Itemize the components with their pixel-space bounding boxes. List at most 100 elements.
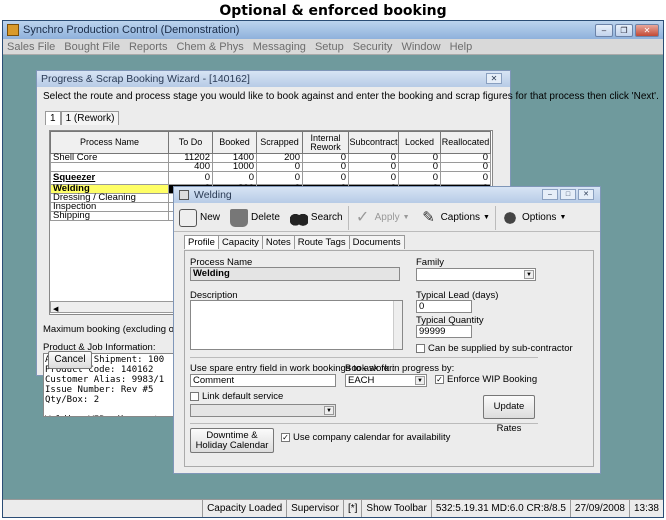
maximize-icon[interactable]: □ (560, 189, 576, 200)
wizard-title: Progress & Scrap Booking Wizard - [14016… (41, 73, 250, 85)
menu-sales-file[interactable]: Sales File (7, 41, 55, 53)
cell[interactable]: 0 (348, 162, 399, 172)
toolbar: New Delete Search ✓ Apply ▼ ✎ Captions ▼… (174, 204, 600, 232)
captions-button[interactable]: ✎ Captions ▼ (415, 205, 496, 230)
chevron-down-icon: ▼ (324, 406, 334, 415)
enforce-wip-label: Enforce WIP Booking (447, 374, 538, 385)
table-row[interactable]: 400 1000 0 0 0 0 0 (50, 162, 491, 172)
page-heading: Optional & enforced booking (219, 3, 447, 19)
family-label: Family (416, 257, 444, 268)
options-label: Options (521, 212, 557, 223)
process-name-field[interactable]: Welding (190, 267, 400, 281)
minimize-icon[interactable]: – (542, 189, 558, 200)
tab-notes[interactable]: Notes (261, 235, 295, 249)
search-button[interactable]: Search (285, 205, 349, 230)
typical-qty-field[interactable]: 99999 (416, 325, 472, 338)
menu-setup[interactable]: Setup (315, 41, 344, 53)
cell[interactable]: 0 (256, 162, 303, 172)
tab-profile[interactable]: Profile (184, 235, 219, 249)
welding-dialog: Welding – □ ✕ New Delete Search ✓ Apply … (173, 186, 601, 474)
restore-icon[interactable]: ❐ (615, 23, 633, 37)
checkmark-icon: ✓ (355, 208, 370, 226)
cell[interactable]: 1000 (212, 162, 257, 172)
window-icon (179, 190, 189, 200)
col-subcontract: Subcontract (348, 131, 399, 154)
chevron-down-icon: ▼ (524, 270, 534, 279)
menu-bar: Sales File Bought File Reports Chem & Ph… (3, 39, 663, 55)
col-to-do: To Do (168, 131, 213, 154)
col-locked: Locked (398, 131, 441, 154)
tab-route-tags[interactable]: Route Tags (293, 235, 350, 249)
delete-button[interactable]: Delete (225, 206, 285, 230)
app-title-bar: Synchro Production Control (Demonstratio… (3, 21, 663, 39)
cell[interactable]: 0 (302, 162, 349, 172)
table-row[interactable]: Shell Core 11202 1400 200 0 0 0 0 (50, 153, 491, 163)
menu-bought-file[interactable]: Bought File (64, 41, 120, 53)
divider (190, 423, 538, 424)
status-date: 27/09/2008 (569, 500, 629, 517)
description-field[interactable] (190, 300, 403, 350)
trash-icon (230, 208, 249, 227)
delete-label: Delete (251, 212, 280, 223)
new-button[interactable]: New (174, 206, 225, 230)
status-user: Supervisor (286, 500, 343, 517)
table-row[interactable]: Squeezer 0000000 (50, 171, 491, 185)
cell-name (50, 162, 169, 172)
link-service-checkbox[interactable] (190, 392, 199, 401)
menu-messaging[interactable]: Messaging (253, 41, 306, 53)
menu-security[interactable]: Security (353, 41, 393, 53)
cell[interactable]: 400 (168, 162, 213, 172)
book-wip-label: Book work in progress by: (345, 363, 455, 374)
minimize-icon[interactable]: – (595, 23, 613, 37)
binoculars-icon (289, 208, 308, 227)
wizard-instruction: Select the route and process stage you w… (43, 91, 659, 102)
family-select[interactable]: ▼ (416, 268, 536, 281)
captions-label: Captions (440, 212, 481, 223)
update-rates-button[interactable]: Update Rates (483, 395, 535, 434)
subcontractor-checkbox[interactable] (416, 344, 425, 353)
tab-capacity[interactable]: Capacity (217, 235, 263, 249)
col-internal-rework: Internal Rework (302, 131, 349, 154)
status-bar: Capacity Loaded Supervisor [*] Show Tool… (3, 499, 663, 517)
apply-button[interactable]: ✓ Apply ▼ (349, 206, 415, 230)
menu-window[interactable]: Window (401, 41, 440, 53)
cell[interactable]: 0 (398, 162, 441, 172)
downtime-calendar-button[interactable]: Downtime & Holiday Calendar (190, 428, 274, 453)
new-icon (179, 208, 197, 227)
book-wip-select[interactable]: EACH ▼ (345, 374, 427, 387)
col-reallocated: Reallocated (440, 131, 491, 154)
service-select[interactable]: ▼ (190, 404, 336, 417)
lock-icon (500, 208, 519, 227)
menu-reports[interactable]: Reports (129, 41, 168, 53)
grid-header-row: Process Name To Do Booked Scrapped Inter… (50, 131, 491, 154)
status-flag: [*] (342, 500, 361, 517)
cell-name: Shell Core (50, 153, 169, 163)
cell[interactable]: 0 (440, 162, 491, 172)
menu-chem-phys[interactable]: Chem & Phys (176, 41, 243, 53)
link-service-label: Link default service (202, 391, 284, 402)
wizard-title-bar: Progress & Scrap Booking Wizard - [14016… (37, 71, 510, 87)
spare-field-input[interactable]: Comment (190, 374, 336, 387)
wizard-close-icon[interactable]: ✕ (486, 73, 502, 84)
status-show-toolbar[interactable]: Show Toolbar (361, 500, 430, 517)
enforce-wip-checkbox[interactable]: ✓ (435, 375, 444, 384)
apply-label: Apply (374, 212, 400, 223)
options-button[interactable]: Options ▼ (496, 206, 571, 230)
company-calendar-checkbox[interactable]: ✓ (281, 433, 290, 442)
tab-documents[interactable]: Documents (348, 235, 405, 249)
typical-lead-field[interactable]: 0 (416, 300, 472, 313)
menu-help[interactable]: Help (450, 41, 473, 53)
close-icon[interactable]: ✕ (635, 23, 659, 37)
cell-name: Shipping (50, 211, 169, 221)
app-title: Synchro Production Control (Demonstratio… (23, 24, 240, 36)
welding-title: Welding (194, 189, 232, 201)
tab-route-1[interactable]: 1 (45, 111, 61, 125)
app-icon (7, 24, 19, 36)
cancel-button[interactable]: Cancel (48, 351, 92, 369)
new-label: New (200, 212, 221, 223)
col-booked: Booked (212, 131, 257, 154)
tab-route-1-rework[interactable]: 1 (Rework) (60, 111, 120, 125)
close-icon[interactable]: ✕ (578, 189, 594, 200)
status-version: 532:5.19.31 MD:6.0 CR:8/8.5 (430, 500, 570, 517)
col-process-name: Process Name (50, 131, 169, 154)
